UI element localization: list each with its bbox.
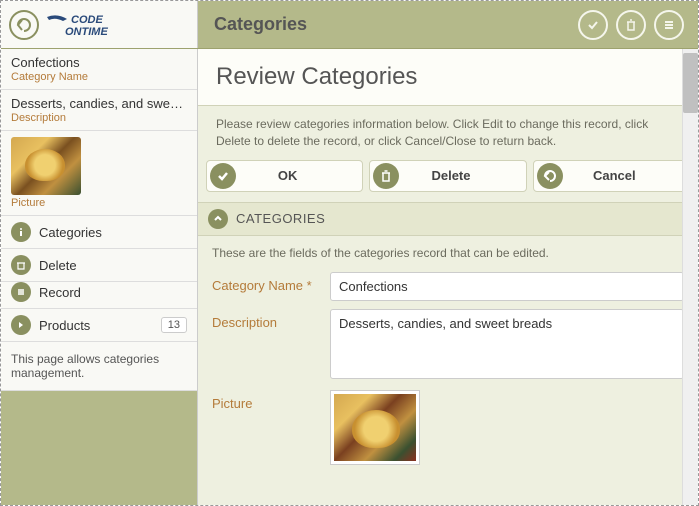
sidebar-item-products[interactable]: Products 13 xyxy=(1,309,197,342)
cancel-button[interactable]: Cancel xyxy=(533,160,690,192)
button-label: OK xyxy=(239,168,362,183)
button-label: Cancel xyxy=(566,168,689,183)
back-button[interactable] xyxy=(9,10,39,40)
category-name-input[interactable] xyxy=(330,272,684,301)
sidebar-description[interactable]: Desserts, candies, and sweet... Descript… xyxy=(1,90,197,131)
delete-button[interactable]: Delete xyxy=(369,160,526,192)
menu-button[interactable] xyxy=(654,10,684,40)
sidebar-item-record[interactable]: Record xyxy=(1,282,197,309)
sidebar-label: Category Name xyxy=(11,71,187,83)
section-title: CATEGORIES xyxy=(236,211,325,226)
back-arrow-icon xyxy=(16,17,32,33)
header: CODE ONTIME Categories xyxy=(1,1,698,49)
header-left: CODE ONTIME xyxy=(1,1,198,48)
sidebar-item-label: Categories xyxy=(39,225,187,240)
trash-icon xyxy=(373,163,399,189)
header-actions xyxy=(578,10,698,40)
main-title: Review Categories xyxy=(216,63,680,91)
sidebar-item-delete[interactable]: Delete xyxy=(1,249,197,282)
logo: CODE ONTIME xyxy=(45,11,145,39)
sidebar-value: Desserts, candies, and sweet... xyxy=(11,96,187,111)
logo-icon: CODE ONTIME xyxy=(45,11,145,39)
description-input[interactable] xyxy=(330,309,684,379)
info-icon xyxy=(11,222,31,242)
field-label: Category Name * xyxy=(212,272,322,293)
svg-text:CODE: CODE xyxy=(71,14,103,26)
svg-text:ONTIME: ONTIME xyxy=(65,26,108,38)
menu-icon xyxy=(662,18,676,32)
sidebar-spacer xyxy=(1,391,197,505)
check-icon xyxy=(210,163,236,189)
check-icon xyxy=(586,18,600,32)
ok-button[interactable]: OK xyxy=(206,160,363,192)
trash-icon xyxy=(624,18,638,32)
main-title-wrap: Review Categories xyxy=(198,49,698,106)
instructions-text: Please review categories information bel… xyxy=(198,106,698,160)
main-content: Review Categories Please review categori… xyxy=(198,49,698,505)
button-row: OK Delete Cancel xyxy=(198,160,698,202)
page-title: Categories xyxy=(198,14,578,35)
scrollbar-thumb[interactable] xyxy=(683,53,698,113)
field-label: Picture xyxy=(212,390,322,411)
confirm-button[interactable] xyxy=(578,10,608,40)
sidebar-item-label: Record xyxy=(39,285,187,300)
sidebar-label: Description xyxy=(11,112,187,124)
form-row-picture: Picture xyxy=(198,386,698,469)
picture-image xyxy=(334,394,416,461)
sidebar-value: Confections xyxy=(11,55,187,70)
button-label: Delete xyxy=(402,168,525,183)
vertical-scrollbar[interactable] xyxy=(682,49,698,505)
sidebar-item-label: Delete xyxy=(39,258,187,273)
form-row-description: Description xyxy=(198,305,698,386)
arrow-right-icon xyxy=(11,315,31,335)
sidebar: Confections Category Name Desserts, cand… xyxy=(1,49,198,505)
sidebar-item-categories[interactable]: Categories xyxy=(1,216,197,249)
menu-icon xyxy=(11,282,31,302)
sidebar-picture[interactable]: Picture xyxy=(1,131,197,216)
sidebar-label: Picture xyxy=(11,197,187,209)
delete-header-button[interactable] xyxy=(616,10,646,40)
sidebar-help-text: This page allows categories management. xyxy=(1,342,197,391)
back-icon xyxy=(537,163,563,189)
sidebar-category-name[interactable]: Confections Category Name xyxy=(1,49,197,90)
trash-icon xyxy=(11,255,31,275)
field-label: Description xyxy=(212,309,322,330)
picture-preview[interactable] xyxy=(330,390,420,465)
form-row-category-name: Category Name * xyxy=(198,268,698,305)
products-badge: 13 xyxy=(161,317,187,333)
section-description: These are the fields of the categories r… xyxy=(198,236,698,268)
sidebar-item-label: Products xyxy=(39,318,153,333)
picture-thumbnail xyxy=(11,137,81,195)
chevron-up-icon xyxy=(208,209,228,229)
section-header[interactable]: CATEGORIES xyxy=(198,202,698,236)
